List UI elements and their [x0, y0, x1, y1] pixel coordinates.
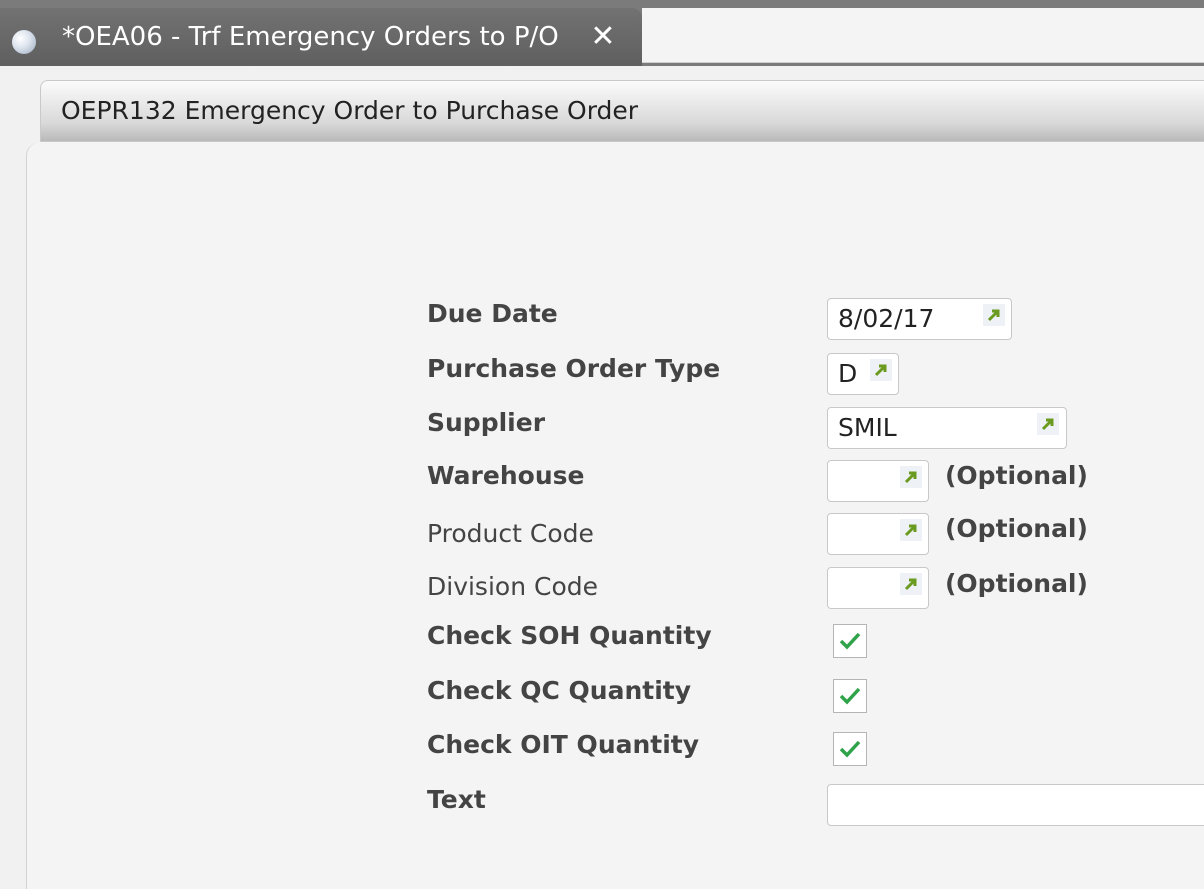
supplier-field[interactable]: SMIL [827, 407, 1067, 449]
supplier-value: SMIL [838, 413, 897, 442]
tabstrip-background [642, 8, 1204, 63]
lookup-arrow-icon[interactable] [1037, 413, 1059, 435]
check-soh-label: Check SOH Quantity [427, 621, 712, 650]
supplier-label: Supplier [427, 408, 546, 437]
check-oit-checkbox[interactable] [833, 732, 867, 766]
check-soh-checkbox[interactable] [833, 624, 867, 658]
check-qc-label: Check QC Quantity [427, 676, 692, 705]
checkmark-icon [839, 687, 861, 705]
warehouse-optional-hint: (Optional) [945, 461, 1088, 490]
product-code-field[interactable] [827, 513, 929, 555]
division-code-label: Division Code [427, 572, 598, 601]
due-date-field[interactable]: 8/02/17 [827, 298, 1012, 340]
check-oit-label: Check OIT Quantity [427, 730, 700, 759]
lookup-arrow-icon[interactable] [900, 519, 922, 541]
text-field[interactable] [827, 784, 1204, 826]
checkmark-icon [839, 740, 861, 758]
checkmark-icon [839, 632, 861, 650]
due-date-value: 8/02/17 [838, 304, 935, 333]
check-qc-checkbox[interactable] [833, 679, 867, 713]
tab-oea06[interactable]: *OEA06 - Trf Emergency Orders to P/O ✕ [0, 8, 642, 66]
division-code-field[interactable] [827, 567, 929, 609]
po-type-label: Purchase Order Type [427, 354, 721, 383]
division-code-optional-hint: (Optional) [945, 569, 1088, 598]
tab-title[interactable]: *OEA06 - Trf Emergency Orders to P/O [62, 22, 559, 52]
tab-bar: *OEA06 - Trf Emergency Orders to P/O ✕ [0, 0, 1204, 66]
due-date-label: Due Date [427, 299, 558, 328]
panel-header: OEPR132 Emergency Order to Purchase Orde… [40, 80, 1204, 142]
lookup-arrow-icon[interactable] [900, 466, 922, 488]
product-code-optional-hint: (Optional) [945, 514, 1088, 543]
close-icon[interactable]: ✕ [588, 22, 618, 52]
panel-title: OEPR132 Emergency Order to Purchase Orde… [61, 96, 639, 125]
warehouse-field[interactable] [827, 460, 929, 502]
lookup-arrow-icon[interactable] [983, 304, 1005, 326]
po-type-field[interactable]: D [827, 353, 899, 395]
po-type-value: D [838, 359, 858, 388]
globe-icon [12, 30, 36, 54]
product-code-label: Product Code [427, 519, 594, 548]
lookup-arrow-icon[interactable] [870, 359, 892, 381]
text-label: Text [427, 785, 486, 814]
warehouse-label: Warehouse [427, 461, 585, 490]
lookup-arrow-icon[interactable] [900, 573, 922, 595]
